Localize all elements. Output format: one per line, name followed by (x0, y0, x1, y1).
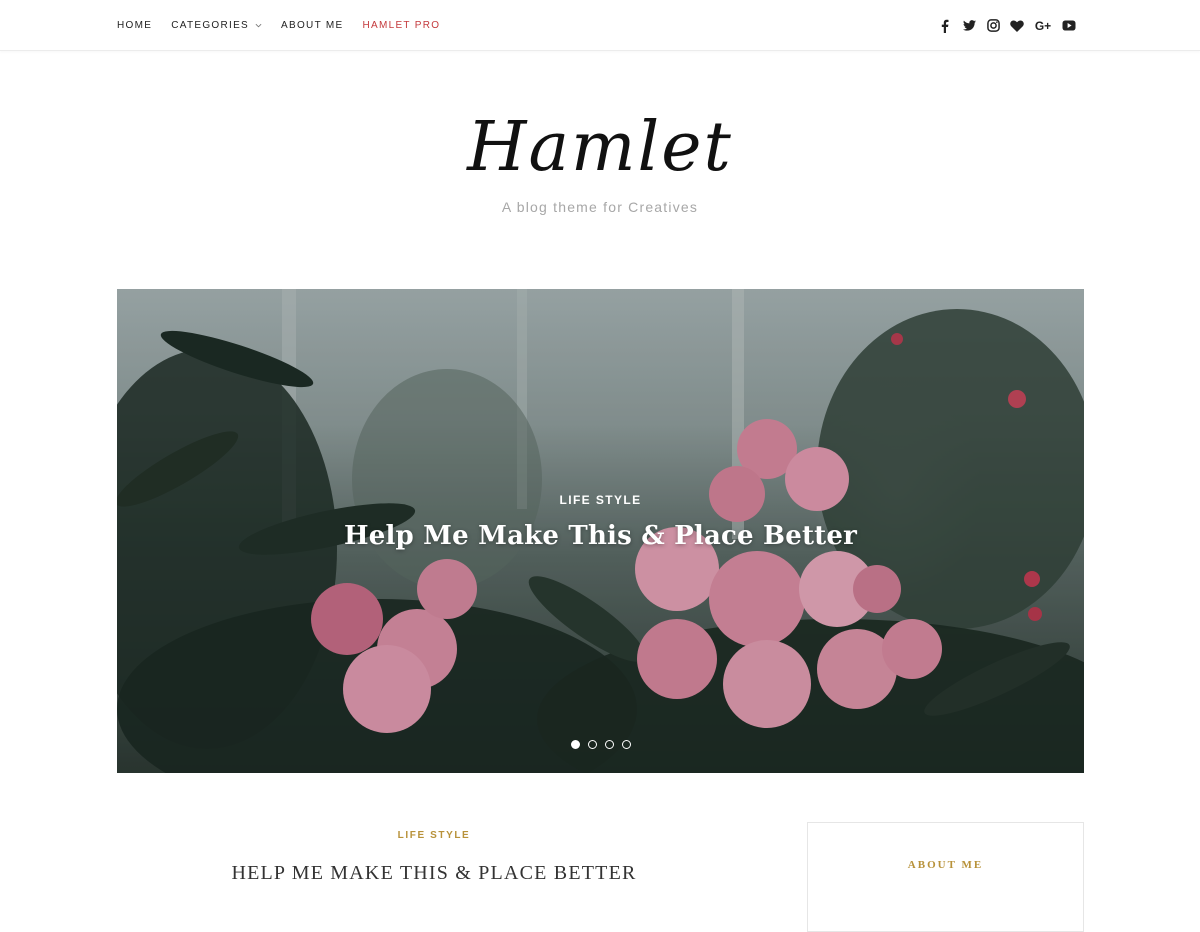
nav-hamlet-pro-label: HAMLET PRO (362, 20, 441, 31)
slider-dot-2[interactable] (587, 740, 597, 749)
nav-about-me[interactable]: ABOUT ME (281, 20, 343, 31)
nav-hamlet-pro[interactable]: HAMLET PRO (362, 20, 440, 31)
heart-icon[interactable] (1010, 19, 1024, 33)
slider-dot-4[interactable] (621, 740, 631, 749)
post-title[interactable]: HELP ME MAKE THIS & PLACE BETTER (117, 862, 751, 885)
slide-title[interactable]: Help Me Make This & Place Better (117, 521, 1084, 551)
main-menu: HOME CATEGORIES ABOUT ME HAMLET PRO (117, 0, 459, 51)
top-navigation-bar: HOME CATEGORIES ABOUT ME HAMLET PRO G+ (0, 0, 1200, 51)
nav-categories-label: CATEGORIES (171, 20, 250, 31)
nav-about-me-label: ABOUT ME (281, 20, 344, 31)
about-me-widget: ABOUT ME (807, 822, 1084, 932)
featured-slider[interactable]: LIFE STYLE Help Me Make This & Place Bet… (117, 289, 1084, 773)
google-plus-icon[interactable]: G+ (1034, 19, 1052, 33)
social-links: G+ (928, 0, 1076, 51)
slider-dot-3[interactable] (604, 740, 614, 749)
nav-home[interactable]: HOME (117, 20, 152, 31)
facebook-icon[interactable] (938, 19, 952, 33)
slider-dot-1[interactable] (570, 740, 580, 749)
google-plus-label: G+ (1034, 18, 1052, 33)
nav-home-label: HOME (117, 20, 153, 31)
slider-pagination (117, 740, 1084, 749)
nav-categories[interactable]: CATEGORIES (171, 20, 262, 31)
post-category[interactable]: LIFE STYLE (117, 830, 751, 841)
site-tagline: A blog theme for Creatives (501, 199, 699, 215)
slide-category[interactable]: LIFE STYLE (117, 493, 1084, 507)
site-logo[interactable]: Hamlet (0, 108, 1200, 188)
twitter-icon[interactable] (962, 19, 976, 33)
youtube-icon[interactable] (1062, 19, 1076, 33)
instagram-icon[interactable] (986, 19, 1000, 33)
chevron-down-icon (255, 23, 262, 28)
widget-title: ABOUT ME (907, 859, 984, 871)
